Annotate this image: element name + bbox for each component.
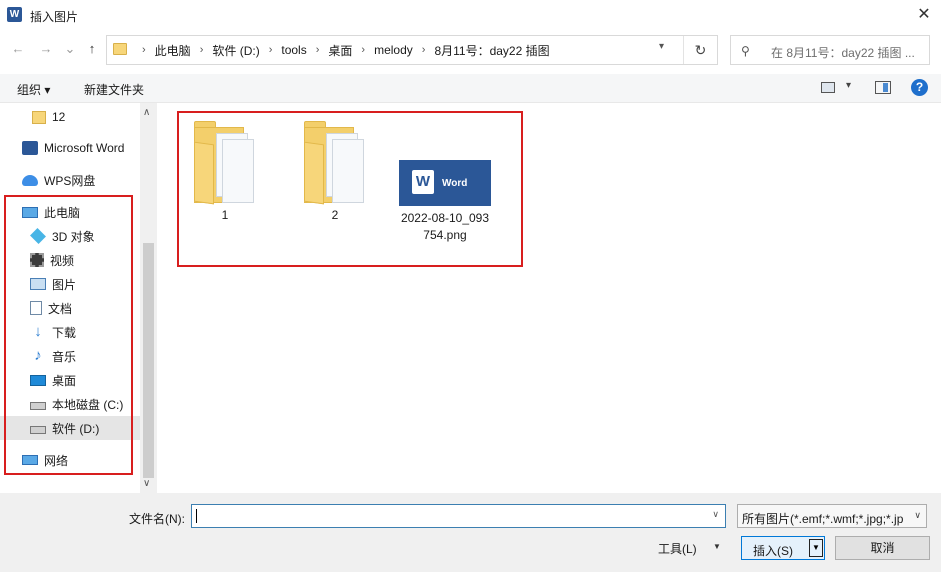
sidebar-item-this-pc[interactable]: 此电脑	[0, 200, 140, 224]
computer-icon	[22, 206, 38, 218]
word-app-icon: W	[7, 7, 22, 22]
file-name: 1	[221, 208, 229, 222]
dialog-footer: 文件名(N): ∨ 所有图片(*.emf;*.wmf;*.jpg;*.jp ∨ …	[0, 493, 941, 572]
folder-icon	[32, 110, 46, 124]
document-icon	[30, 301, 42, 315]
folder-item-2[interactable]: 2	[280, 121, 390, 224]
chevron-down-icon[interactable]: ∨	[712, 509, 719, 520]
sidebar-item-3d-objects[interactable]: 3D 对象	[0, 224, 140, 248]
address-bar[interactable]: › 此电脑 › 软件 (D:) › tools › 桌面 › melody › …	[106, 35, 718, 65]
command-toolbar: 组织 ▾ 新建文件夹 ▾ ?	[0, 74, 941, 103]
search-placeholder: 在 8月11号：day22 插图 ...	[771, 46, 915, 60]
network-icon	[22, 455, 38, 465]
chevron-down-icon[interactable]: ▾	[659, 41, 664, 52]
chevron-down-icon[interactable]: ∨	[143, 478, 150, 489]
organize-button[interactable]: 组织 ▾	[17, 81, 50, 98]
sidebar-item-drive-d[interactable]: 软件 (D:)	[0, 416, 140, 440]
sidebar-item-pictures[interactable]: 图片	[0, 272, 140, 296]
change-view-icon[interactable]	[821, 82, 835, 93]
folder-icon	[302, 121, 368, 205]
folder-icon	[113, 43, 127, 55]
word-icon	[22, 141, 38, 155]
folder-icon	[192, 121, 258, 205]
insert-options-dropdown[interactable]: ▼	[809, 539, 823, 557]
breadcrumb-item[interactable]: 此电脑	[155, 42, 191, 59]
chevron-up-icon[interactable]: ∧	[143, 107, 150, 118]
close-button[interactable]: ✕	[913, 4, 935, 26]
up-arrow-icon[interactable]: ↑	[84, 41, 100, 57]
breadcrumb-item[interactable]: tools	[281, 43, 306, 57]
search-input[interactable]: ⚲ 在 8月11号：day22 插图 ...	[730, 35, 930, 65]
sidebar-item-microsoft-word[interactable]: Microsoft Word	[0, 136, 140, 160]
music-icon: ♪	[34, 347, 42, 364]
title-bar: W 插入图片 ✕	[0, 0, 941, 30]
breadcrumb: › 此电脑 › 软件 (D:) › tools › 桌面 › melody › …	[142, 42, 550, 59]
recent-locations-icon[interactable]: ⌄	[62, 41, 78, 57]
navigation-bar: ← → ⌄ ↑ › 此电脑 › 软件 (D:) › tools › 桌面 › m…	[0, 33, 941, 67]
sidebar-item-wps-cloud[interactable]: WPS网盘	[0, 168, 140, 192]
chevron-down-icon[interactable]: ▼	[713, 542, 721, 551]
breadcrumb-item[interactable]: 桌面	[328, 42, 352, 59]
sidebar-item-downloads[interactable]: ↓ 下载	[0, 320, 140, 344]
breadcrumb-item[interactable]: 8月11号：day22 插图	[434, 42, 549, 59]
sidebar-scrollbar[interactable]: ∧ ∨	[140, 103, 157, 493]
forward-arrow-icon[interactable]: →	[38, 41, 54, 57]
refresh-button[interactable]: ↻	[683, 36, 717, 64]
sidebar-item-drive-c[interactable]: 本地磁盘 (C:)	[0, 392, 140, 416]
help-icon[interactable]: ?	[911, 79, 928, 96]
sidebar-item-documents[interactable]: 文档	[0, 296, 140, 320]
file-name: 2022-08-10_093 754.png	[400, 211, 490, 242]
file-type-select[interactable]: 所有图片(*.emf;*.wmf;*.jpg;*.jp ∨	[737, 504, 927, 528]
image-thumbnail: W Word	[399, 160, 491, 206]
image-file-item[interactable]: W Word 2022-08-10_093 754.png	[390, 129, 500, 244]
insert-button[interactable]: 插入(S) ▼	[741, 536, 825, 560]
desktop-icon	[30, 374, 46, 386]
cancel-button[interactable]: 取消	[835, 536, 930, 560]
filename-label: 文件名(N):	[129, 512, 185, 526]
window-title: 插入图片	[30, 10, 79, 24]
text-caret	[196, 509, 197, 523]
file-list: 1 2 W Word 2022-08-10_093 754.png	[158, 103, 941, 493]
picture-icon	[30, 278, 46, 290]
drive-icon	[30, 402, 46, 410]
tools-button[interactable]: 工具(L)	[658, 540, 697, 557]
insert-label: 插入(S)	[753, 544, 793, 558]
file-type-value: 所有图片(*.emf;*.wmf;*.jpg;*.jp	[742, 512, 904, 526]
breadcrumb-item[interactable]: 软件 (D:)	[212, 42, 259, 59]
breadcrumb-item[interactable]: melody	[374, 43, 413, 57]
cube-icon	[30, 228, 46, 244]
sidebar-item-desktop[interactable]: 桌面	[0, 368, 140, 392]
drive-icon	[30, 426, 46, 434]
sidebar-item-videos[interactable]: 视频	[0, 248, 140, 272]
chevron-down-icon[interactable]: ∨	[914, 510, 921, 521]
preview-pane-icon[interactable]	[875, 81, 891, 94]
word-icon: W	[412, 170, 434, 194]
sidebar-item-network[interactable]: 网络	[0, 448, 140, 472]
thumbnail-text: Word	[442, 178, 468, 189]
sidebar-item-12[interactable]: 12	[0, 105, 140, 129]
video-icon	[30, 253, 44, 267]
cloud-icon	[22, 174, 38, 186]
new-folder-button[interactable]: 新建文件夹	[84, 81, 144, 98]
chevron-down-icon[interactable]: ▾	[846, 80, 851, 91]
download-icon: ↓	[34, 323, 42, 340]
search-icon: ⚲	[741, 44, 750, 58]
file-name: 2	[331, 208, 339, 222]
sidebar-item-music[interactable]: ♪ 音乐	[0, 344, 140, 368]
folder-item-1[interactable]: 1	[170, 121, 280, 224]
back-arrow-icon[interactable]: ←	[10, 41, 26, 57]
navigation-pane: 12 Microsoft Word WPS网盘 此电脑 3D 对象 视频 图片 …	[0, 103, 157, 493]
scrollbar-thumb[interactable]	[143, 243, 154, 478]
filename-input[interactable]: ∨	[191, 504, 726, 528]
